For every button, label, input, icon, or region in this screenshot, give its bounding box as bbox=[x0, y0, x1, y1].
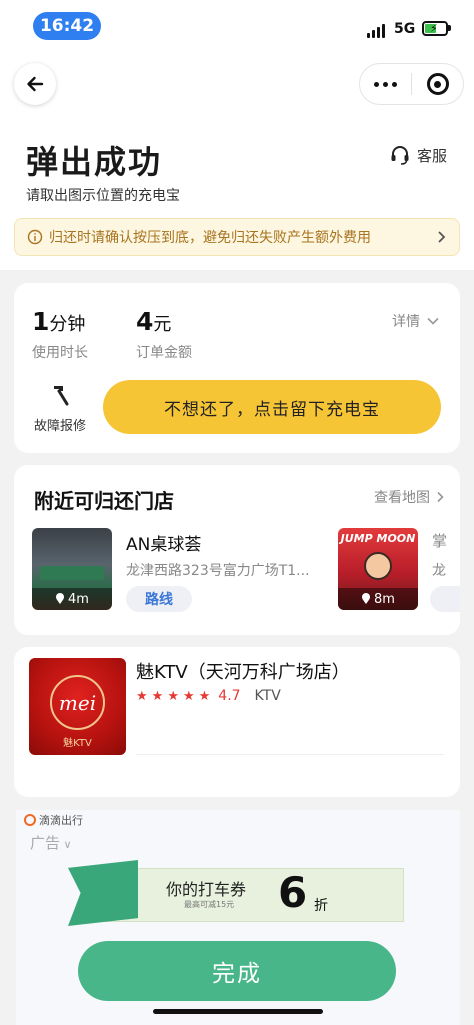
star-icon: ★ bbox=[167, 688, 179, 704]
amount-stat: 4元 订单金额 bbox=[136, 307, 192, 362]
store-address: 龙津西路323号富力广场T1... bbox=[126, 563, 310, 579]
star-icon: ★ bbox=[198, 688, 211, 704]
chevron-right-icon bbox=[438, 231, 446, 243]
notice-text: 归还时请确认按压到底，避免归还失败产生额外费用 bbox=[49, 230, 371, 246]
customer-service-button[interactable]: 客服 bbox=[389, 144, 447, 166]
duration-unit: 分钟 bbox=[49, 314, 86, 335]
duration-label: 使用时长 bbox=[32, 345, 88, 361]
mei-logo-icon: mei bbox=[50, 675, 105, 730]
view-map-label: 查看地图 bbox=[374, 490, 430, 506]
network-type: 5G bbox=[394, 21, 416, 37]
route-button-peek[interactable] bbox=[430, 586, 460, 612]
store-photo[interactable]: 4m bbox=[32, 528, 112, 610]
page-title: 弹出成功 bbox=[26, 143, 163, 181]
home-indicator[interactable] bbox=[153, 1009, 323, 1014]
distance-text: 8m bbox=[374, 591, 395, 607]
done-button[interactable]: 完成 bbox=[78, 941, 396, 1001]
detail-label: 详情 bbox=[392, 314, 420, 330]
mini-program-capsule bbox=[359, 63, 464, 105]
location-pin-icon bbox=[362, 593, 371, 604]
arrow-left-icon bbox=[27, 76, 44, 92]
repair-label: 故障报修 bbox=[33, 419, 86, 434]
location-pin-icon bbox=[56, 593, 65, 604]
chevron-down-icon bbox=[427, 317, 439, 325]
target-icon bbox=[426, 73, 449, 95]
star-icon: ★ bbox=[136, 688, 148, 704]
return-notice-bar[interactable]: 归还时请确认按压到底，避免归还失败产生额外费用 bbox=[14, 218, 460, 256]
distance-badge: 4m bbox=[32, 588, 112, 610]
ktv-rating-row: ★ ★ ★ ★ ★ 4.7 KTV bbox=[136, 688, 281, 704]
ad-label-text: 广告 bbox=[30, 834, 61, 852]
duration-stat: 1分钟 使用时长 bbox=[32, 307, 88, 362]
nearby-title: 附近可归还门店 bbox=[34, 489, 174, 513]
ad-brand: 滴滴出行 bbox=[24, 812, 83, 828]
more-dots-icon bbox=[374, 81, 397, 87]
didi-logo-icon bbox=[24, 814, 36, 826]
signal-icon bbox=[367, 24, 385, 38]
distance-text: 4m bbox=[68, 591, 89, 607]
more-button[interactable] bbox=[360, 64, 411, 104]
order-card: 1分钟 使用时长 4元 订单金额 详情 故障报修 不想还了，点击留下充电宝 bbox=[14, 283, 460, 453]
order-detail-link[interactable]: 详情 bbox=[392, 311, 440, 331]
ad-brand-name: 滴滴出行 bbox=[39, 814, 83, 827]
status-time: 16:42 bbox=[33, 12, 101, 40]
hammer-icon bbox=[54, 386, 69, 406]
ktv-logo-sub: 魅KTV bbox=[63, 738, 92, 749]
coupon-text: 你的打车券 bbox=[166, 880, 247, 899]
ktv-category: KTV bbox=[254, 688, 281, 704]
coupon-value: 6 bbox=[278, 868, 308, 917]
status-time-text: 16:42 bbox=[39, 16, 95, 36]
amount-label: 订单金额 bbox=[136, 345, 192, 361]
ad-label[interactable]: 广告 ∨ bbox=[30, 832, 72, 853]
coupon-small-text: 最高可减15元 bbox=[184, 900, 235, 909]
repair-button[interactable]: 故障报修 bbox=[32, 383, 88, 434]
mei-logo-text: mei bbox=[58, 690, 97, 715]
view-map-link[interactable]: 查看地图 bbox=[374, 487, 444, 507]
amount-value: 4 bbox=[136, 307, 154, 336]
store-name[interactable]: AN桌球荟 bbox=[126, 530, 201, 555]
ktv-name: 魅KTV（天河万科广场店） bbox=[136, 662, 350, 683]
star-icon: ★ bbox=[182, 688, 195, 704]
distance-badge: 8m bbox=[338, 588, 418, 610]
star-icon: ★ bbox=[151, 688, 164, 704]
store-address-peek: 龙 bbox=[432, 563, 446, 579]
close-program-button[interactable] bbox=[412, 64, 463, 104]
store-name-peek: 掌 bbox=[432, 532, 448, 550]
ad-banner[interactable]: 滴滴出行 广告 ∨ 你的打车券 最高可减15元 6 折 完成 bbox=[16, 810, 460, 1025]
chevron-right-icon bbox=[437, 491, 444, 503]
battery-tip bbox=[448, 25, 451, 31]
divider bbox=[136, 754, 444, 755]
ktv-card[interactable]: mei 魅KTV 魅KTV（天河万科广场店） ★ ★ ★ ★ ★ 4.7 KTV bbox=[14, 647, 460, 797]
store-photo[interactable]: JUMP MOON 8m bbox=[338, 528, 418, 610]
chevron-down-icon: ∨ bbox=[60, 838, 72, 851]
coupon-unit: 折 bbox=[314, 898, 328, 914]
duration-value: 1 bbox=[32, 307, 50, 336]
ktv-rating: 4.7 bbox=[218, 688, 241, 704]
battery-icon: ⚡ bbox=[422, 21, 448, 36]
coupon-ribbon bbox=[68, 860, 138, 926]
page-subtitle: 请取出图示位置的充电宝 bbox=[26, 188, 180, 204]
keep-powerbank-button[interactable]: 不想还了，点击留下充电宝 bbox=[103, 380, 441, 434]
route-button[interactable]: 路线 bbox=[126, 586, 192, 612]
store-banner-text: JUMP MOON bbox=[340, 532, 416, 545]
customer-service-label: 客服 bbox=[417, 146, 448, 165]
info-icon bbox=[27, 229, 43, 245]
ktv-logo-image: mei 魅KTV bbox=[29, 658, 126, 755]
amount-unit: 元 bbox=[153, 314, 172, 335]
nearby-stores-card: 附近可归还门店 查看地图 4m AN桌球荟 龙津西路323号富力广场T1... … bbox=[14, 465, 460, 635]
back-button[interactable] bbox=[14, 63, 56, 105]
headset-icon bbox=[391, 146, 409, 165]
